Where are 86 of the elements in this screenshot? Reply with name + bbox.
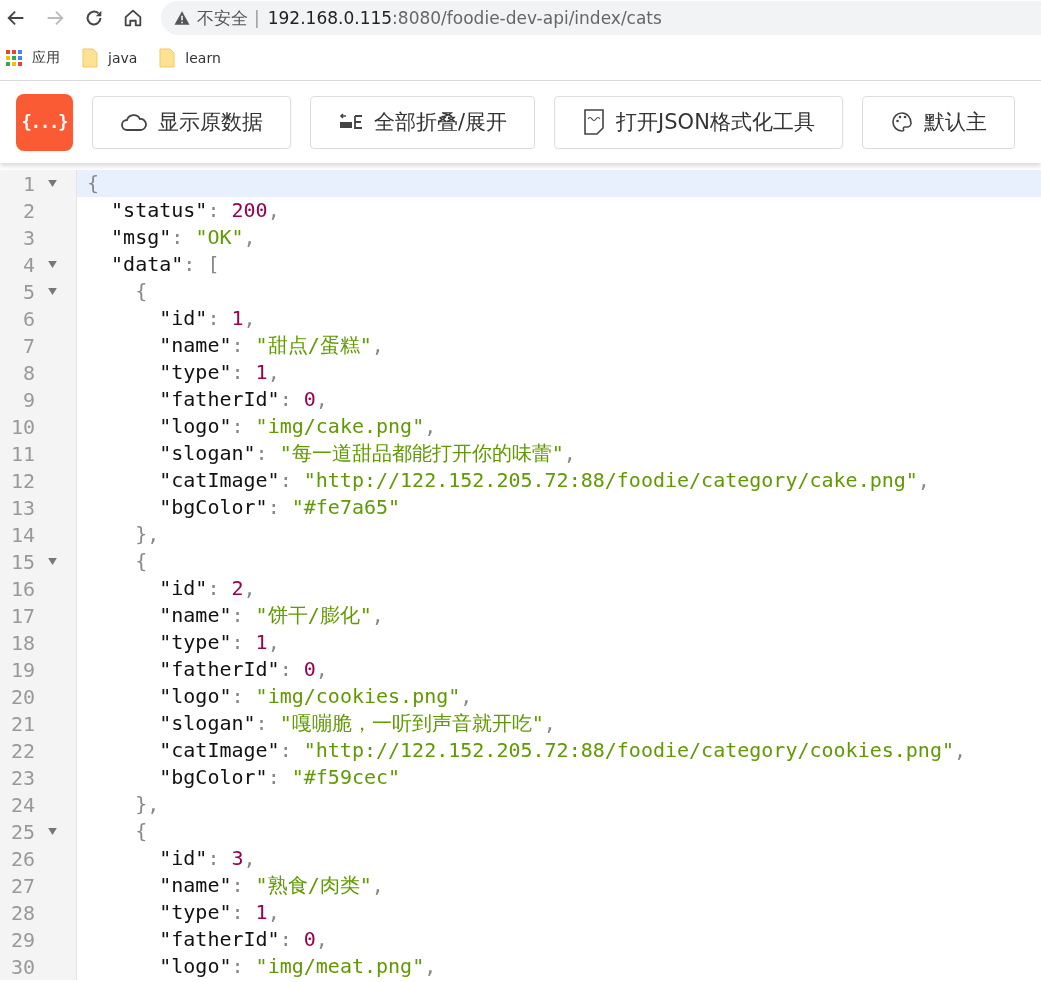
code-line: "fatherId": 0, [158, 656, 329, 683]
toolbar-button[interactable]: 打开JSON格式化工具 [554, 95, 843, 149]
url-separator: | [254, 8, 260, 28]
line-number: 23 [9, 765, 35, 790]
code-line: }, [134, 791, 161, 818]
code-line: "id": 1, [158, 305, 257, 332]
fold-icon [338, 112, 364, 132]
code-line: "name": "饼干/膨化", [158, 602, 385, 629]
line-number: 10 [9, 414, 35, 439]
json-file-icon [582, 108, 607, 136]
code-line: "fatherId": 0, [158, 386, 329, 413]
line-number: 11 [9, 441, 35, 466]
code-line: "type": 1, [158, 359, 281, 386]
folder-icon [159, 48, 176, 68]
line-number: 2 [21, 198, 35, 223]
line-number: 3 [21, 225, 35, 250]
code-line: { [134, 818, 149, 845]
code-line: "status": 200, [110, 197, 281, 224]
line-number: 18 [9, 630, 35, 655]
toolbar-button[interactable]: 显示原数据 [92, 95, 291, 149]
line-number: 12 [9, 468, 35, 493]
code-line: "id": 2, [158, 575, 257, 602]
code-line: { [134, 548, 149, 575]
palette-icon [889, 110, 914, 134]
line-number: 14 [9, 522, 35, 547]
code-line: "catImage": "http://122.152.205.72:88/foodie/category/cake.png", [158, 467, 931, 494]
bookmark-folder[interactable]: java [82, 48, 138, 68]
code-line: "name": "熟食/肉类", [158, 872, 385, 899]
line-number: 24 [9, 792, 35, 817]
home-icon[interactable] [122, 7, 144, 29]
apps-grid-icon [6, 50, 22, 66]
bookmark-folder[interactable]: learn [159, 48, 221, 68]
code-line: "catImage": "http://122.152.205.72:88/foodie/category/cookies.png", [158, 737, 967, 764]
code-line: "slogan": "每一道甜品都能打开你的味蕾", [158, 440, 577, 467]
url-host: 192.168.0.115 [267, 8, 393, 28]
apps-bookmark[interactable]: 应用 [6, 49, 60, 67]
line-number: 26 [9, 846, 35, 871]
fold-arrow-icon[interactable] [48, 558, 57, 565]
line-number: 16 [9, 576, 35, 601]
line-number: 29 [9, 927, 35, 952]
line-number: 25 [9, 819, 35, 844]
address-bar[interactable]: 不安全 | 192.168.0.115:8080/foodie-dev-api/index/cats [161, 1, 1041, 35]
line-number: 6 [21, 306, 35, 331]
code-line: { [134, 278, 149, 305]
line-number: 4 [21, 252, 35, 277]
fold-arrow-icon[interactable] [48, 828, 57, 835]
line-number: 7 [21, 333, 35, 358]
fold-arrow-icon[interactable] [48, 261, 57, 268]
toolbar-button[interactable]: 默认主 [861, 95, 1015, 149]
code-line: "msg": "OK", [110, 224, 257, 251]
fold-arrow-icon[interactable] [48, 288, 57, 295]
toolbar-button[interactable]: 全部折叠/展开 [310, 95, 536, 149]
code-line: "logo": "img/cookies.png", [158, 683, 474, 710]
line-number: 27 [9, 873, 35, 898]
line-number: 15 [9, 549, 35, 574]
code-line: "fatherId": 0, [158, 926, 329, 953]
warning-icon[interactable] [173, 9, 191, 27]
app-logo: {...} [16, 93, 73, 151]
line-number: 9 [21, 387, 35, 412]
line-number: 13 [9, 495, 35, 520]
not-secure-label: 不安全 [197, 6, 248, 30]
code-line: "data": [ [110, 251, 221, 278]
line-number: 21 [9, 711, 35, 736]
fold-arrow-icon[interactable] [48, 180, 57, 187]
line-number: 19 [9, 657, 35, 682]
line-number: 20 [9, 684, 35, 709]
cloud-icon [120, 112, 148, 132]
code-line: "type": 1, [158, 629, 281, 656]
code-line: "logo": "img/meat.png", [158, 953, 438, 980]
line-number: 1 [21, 171, 35, 196]
line-number: 17 [9, 603, 35, 628]
line-number: 30 [9, 954, 35, 979]
line-number: 22 [9, 738, 35, 763]
code-line: "type": 1, [158, 899, 281, 926]
code-line: "bgColor": "#fe7a65" [158, 494, 402, 521]
code-line: "id": 3, [158, 845, 257, 872]
folder-icon [82, 48, 98, 68]
line-number: 28 [9, 900, 35, 925]
code-line: }, [134, 521, 161, 548]
code-line: "bgColor": "#f59cec" [158, 764, 402, 791]
code-line: "name": "甜点/蛋糕", [158, 332, 385, 359]
code-line: "slogan": "嘎嘣脆，一听到声音就开吃", [158, 710, 557, 737]
line-number: 5 [21, 279, 35, 304]
line-number: 8 [21, 360, 35, 385]
code-line: "logo": "img/cake.png", [158, 413, 438, 440]
url-path: :8080/foodie-dev-api/index/cats [392, 8, 662, 28]
